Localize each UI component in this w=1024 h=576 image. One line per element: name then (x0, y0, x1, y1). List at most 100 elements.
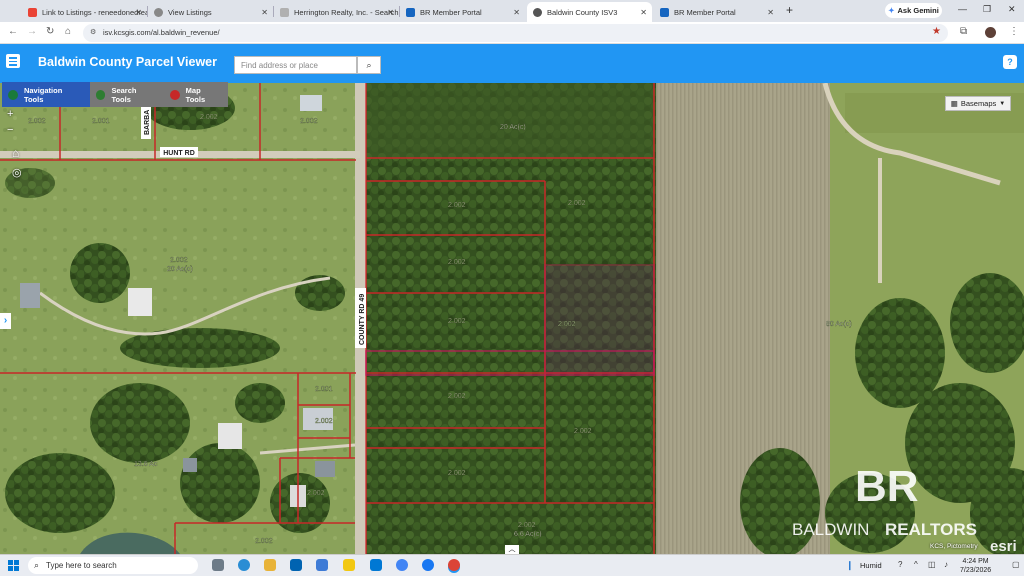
maximize-button[interactable]: ❐ (983, 4, 991, 15)
tab-br-member-portal[interactable]: BR Member Portal ✕ (400, 2, 525, 22)
locate-icon[interactable]: ◎ (12, 166, 22, 179)
tab-br-member-portal-2[interactable]: BR Member Portal ✕ (654, 2, 779, 22)
outlook-icon[interactable] (370, 559, 382, 571)
chevron-up-icon[interactable]: ^ (914, 560, 918, 569)
bookmark-star-icon[interactable]: ★ (932, 26, 941, 37)
svg-text:BALDWIN: BALDWIN (792, 520, 869, 539)
parcel-label[interactable]: 2.002 (300, 118, 318, 125)
tab-link-to-listings[interactable]: Link to Listings - reneedonedream ✕ (22, 2, 147, 22)
globe-icon (533, 7, 542, 17)
parcel-label[interactable]: 2.002 (200, 114, 218, 121)
weather-icon: ❙ (846, 560, 854, 570)
browser-toolbar: ← → ↻ ⌂ ⚙ isv.kcsgis.com/al.baldwin_reven… (0, 22, 1024, 44)
file-explorer-icon[interactable] (264, 559, 276, 571)
svg-text:BR: BR (855, 462, 919, 511)
parcel-label[interactable]: 2.002 (448, 318, 466, 325)
expand-panel-icon[interactable]: › (0, 313, 11, 329)
close-tab-icon[interactable]: ✕ (767, 8, 774, 17)
parcel-label[interactable]: 2.002 (574, 428, 592, 435)
taskbar-search-input[interactable]: ⌕ Type here to search (28, 557, 198, 574)
basemaps-dropdown[interactable]: ▦ Basemaps ▼ (945, 96, 1011, 111)
browser-menu-icon[interactable]: ⋮ (1009, 26, 1019, 37)
acreage-label: 6.6 Ac(c) (514, 531, 542, 538)
close-tab-icon[interactable]: ✕ (640, 8, 647, 17)
close-tab-icon[interactable]: ✕ (387, 8, 394, 17)
close-tab-icon[interactable]: ✕ (513, 8, 520, 17)
page-icon (280, 7, 289, 17)
hamburger-menu-icon[interactable] (6, 54, 20, 68)
parcel-label[interactable]: 2.002 (448, 393, 466, 400)
close-tab-icon[interactable]: ✕ (261, 8, 268, 17)
mail-icon[interactable] (290, 559, 302, 571)
parcel-label[interactable]: 2.002 (28, 118, 46, 125)
task-view-icon[interactable] (212, 559, 224, 571)
tab-herrington-realty[interactable]: Herrington Realty, Inc. - Search ✕ (274, 2, 399, 22)
chevron-down-icon: ▼ (999, 100, 1006, 107)
acreage-label: 80 Ac(c) (826, 321, 852, 328)
ask-gemini-button[interactable]: ✦ Ask Gemini (885, 3, 942, 18)
parcel-label[interactable]: 2.002 (170, 257, 188, 264)
home-extent-icon[interactable]: ⌂ (12, 146, 19, 160)
acreage-label: 20 Ac(c) (167, 266, 193, 273)
br-logo-icon (406, 7, 415, 17)
parcel-label[interactable]: 2.002 (307, 490, 325, 497)
tab-view-listings[interactable]: View Listings ✕ (148, 2, 273, 22)
profile-avatar[interactable] (985, 27, 996, 38)
search-button[interactable]: ⌕ (357, 56, 381, 74)
search-icon: ⌕ (34, 560, 40, 570)
parcel-label[interactable]: 2.001 (92, 118, 110, 125)
map-attribution: KCS, Pictometry (930, 543, 978, 550)
expand-bottom-panel-icon[interactable]: ︿ (505, 545, 519, 554)
acreage-label: 13.6 Ac (134, 461, 158, 468)
address-bar[interactable]: ⚙ isv.kcsgis.com/al.baldwin_revenue/ (83, 24, 948, 42)
edge-icon[interactable] (238, 559, 250, 571)
google-icon[interactable] (396, 559, 408, 571)
zoom-in-icon[interactable]: + (7, 108, 13, 120)
map-tools-icon (169, 89, 180, 100)
clock[interactable]: 4:24 PM 7/23/2026 (960, 557, 991, 575)
app-icon[interactable] (343, 559, 355, 571)
home-icon[interactable]: ⌂ (65, 26, 71, 37)
app-title: Baldwin County Parcel Viewer (38, 55, 217, 69)
map-toolbar: Navigation Tools Search Tools Map Tools (2, 82, 228, 107)
parcel-label[interactable]: 2.001 (315, 386, 333, 393)
network-icon[interactable]: ◫ (928, 560, 936, 569)
parcel-label[interactable]: 2.002 (448, 259, 466, 266)
address-search-input[interactable]: Find address or place (234, 56, 357, 74)
close-window-button[interactable]: ✕ (1008, 4, 1016, 15)
search-tools-button[interactable]: Search Tools (90, 82, 164, 107)
store-icon[interactable] (316, 559, 328, 571)
windows-taskbar: ⌕ Type here to search ❙ Humid ? ^ ◫ ♪ 4:2… (0, 554, 1024, 576)
app-header: Baldwin County Parcel Viewer Find addres… (0, 44, 1024, 83)
notifications-icon[interactable]: ▢ (1012, 560, 1020, 569)
extensions-icon[interactable]: ⧉ (960, 26, 967, 37)
back-icon[interactable]: ← (8, 26, 18, 37)
close-tab-icon[interactable]: ✕ (135, 8, 142, 17)
svg-text:REALTORS: REALTORS (885, 520, 977, 539)
tab-baldwin-county-isv3[interactable]: Baldwin County ISV3 ✕ (527, 2, 652, 22)
facebook-icon[interactable] (422, 559, 434, 571)
windows-start-icon[interactable] (8, 560, 19, 571)
chrome-icon[interactable] (448, 559, 460, 571)
search-tools-icon (95, 89, 106, 100)
help-button[interactable]: ? (1003, 55, 1017, 69)
minimize-button[interactable]: — (958, 4, 967, 14)
map-view[interactable]: HUNT RD BARBA COUNTY RD 49 2.002 2.001 2… (0, 83, 1024, 554)
volume-icon[interactable]: ♪ (944, 560, 948, 569)
parcel-label[interactable]: 2.002 (255, 538, 273, 545)
parcel-label[interactable]: 2.002 (558, 321, 576, 328)
new-tab-button[interactable]: + (786, 3, 793, 17)
forward-icon[interactable]: → (27, 26, 37, 37)
parcel-label[interactable]: 2.002 (315, 418, 333, 425)
parcel-label[interactable]: 2.002 (448, 470, 466, 477)
parcel-label[interactable]: 2.002 (448, 202, 466, 209)
aerial-map[interactable]: HUNT RD BARBA COUNTY RD 49 2.002 2.001 2… (0, 83, 1024, 554)
parcel-label[interactable]: 2.002 (568, 200, 586, 207)
zoom-out-icon[interactable]: − (7, 124, 13, 136)
navigation-tools-button[interactable]: Navigation Tools (2, 82, 90, 107)
help-tray-icon[interactable]: ? (898, 560, 902, 569)
road-label-hunt-rd: HUNT RD (163, 150, 195, 157)
parcel-label[interactable]: 2.002 (518, 522, 536, 529)
map-tools-button[interactable]: Map Tools (164, 82, 228, 107)
reload-icon[interactable]: ↻ (46, 26, 54, 37)
